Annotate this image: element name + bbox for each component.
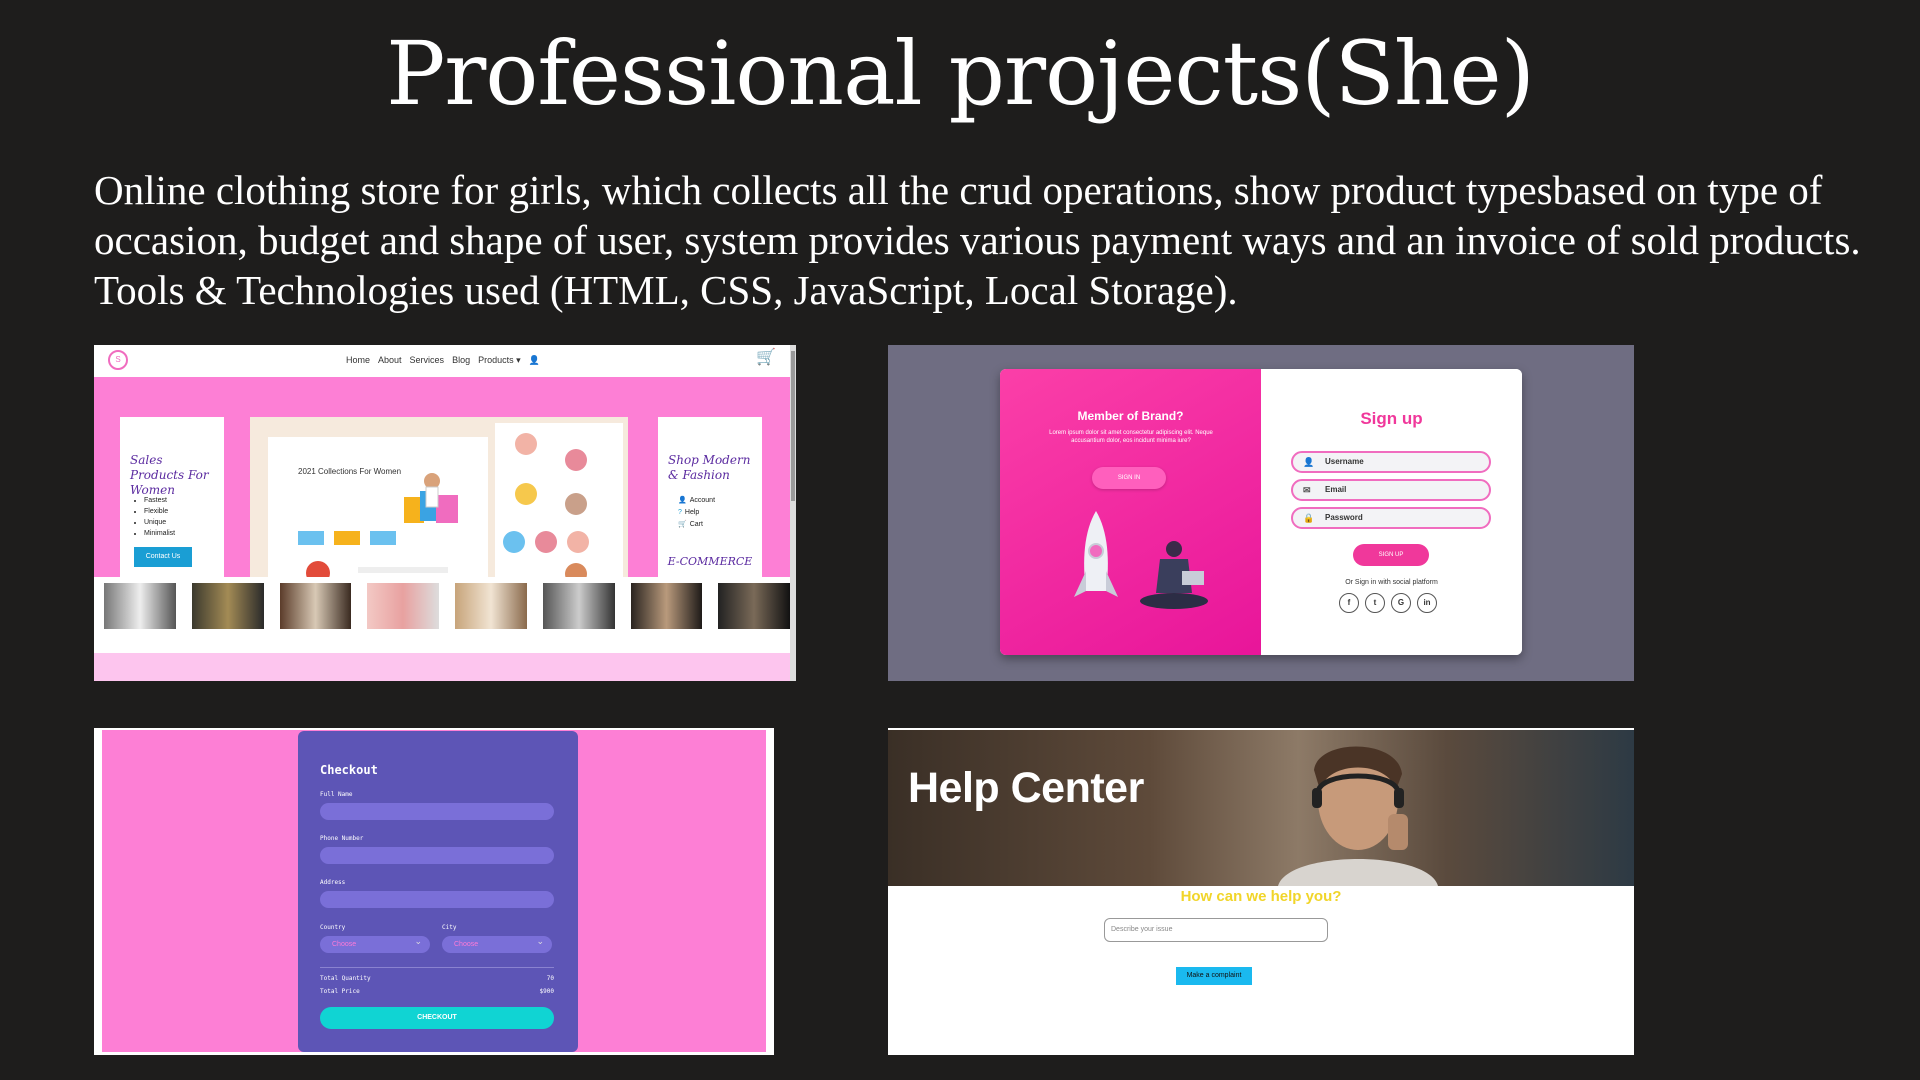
help-question: How can we help you?: [1180, 888, 1342, 905]
country-label: Country: [320, 924, 346, 931]
outfit-thumbnails: [94, 577, 790, 639]
sign-in-button[interactable]: SIGN IN: [1092, 467, 1166, 489]
rocket-illustration: [1074, 511, 1208, 609]
list-item: Unique: [144, 517, 175, 528]
list-item: Flexible: [144, 506, 175, 517]
checkout-card: Checkout Full Name Phone Number Address …: [298, 731, 578, 1052]
nav-services[interactable]: Services: [410, 355, 445, 366]
help-icon: ?: [678, 509, 682, 516]
social-signin-text: Or Sign in with social platform: [1345, 579, 1438, 586]
account-link[interactable]: 👤 Account: [678, 495, 715, 507]
scrollbar[interactable]: [790, 345, 796, 681]
help-link[interactable]: ? Help: [678, 507, 715, 519]
shop-card-links: 👤 Account ? Help 🛒 Cart: [678, 495, 715, 531]
make-complaint-button[interactable]: Make a complaint: [1176, 967, 1252, 985]
city-label: City: [442, 924, 457, 931]
outfit-thumbnail[interactable]: [455, 583, 527, 629]
help-hero-banner: Help Center: [888, 730, 1634, 886]
divider: [320, 967, 554, 968]
cart-link[interactable]: 🛒 Cart: [678, 519, 715, 531]
slide-title: Professional projects(She): [386, 22, 1535, 125]
password-field[interactable]: 🔒 Password: [1291, 507, 1491, 529]
help-center-screenshot: Help Center How can we help you? Describ…: [888, 728, 1634, 1055]
outfit-thumbnail[interactable]: [718, 583, 790, 629]
outfit-thumbnail[interactable]: [104, 583, 176, 629]
collage-heading: 2021 Collections For Women: [298, 467, 402, 476]
total-quantity-value: 70: [546, 975, 554, 982]
list-item: Minimalist: [144, 528, 175, 539]
sign-up-button[interactable]: SIGN UP: [1353, 544, 1429, 566]
store-footer: [94, 653, 790, 681]
city-select[interactable]: Choose: [442, 933, 552, 953]
user-icon[interactable]: 👤: [529, 355, 540, 366]
ecommerce-tagline: E-COMMERCE: [667, 555, 753, 568]
nav-about[interactable]: About: [378, 355, 402, 366]
total-quantity-label: Total Quantity: [320, 975, 371, 982]
collage-product-grid: [495, 423, 623, 601]
support-agent-photo: [1278, 746, 1438, 886]
issue-input[interactable]: Describe your issue: [1104, 918, 1328, 942]
help-center-title: Help Center: [908, 764, 1144, 812]
collage-page-preview: 2021 Collections For Women: [268, 437, 488, 597]
linkedin-icon[interactable]: in: [1417, 593, 1437, 613]
promo-text: Lorem ipsum dolor sit amet consectetur a…: [1049, 430, 1213, 444]
total-price-row: Total Price $900: [320, 988, 554, 995]
slide-description: Online clothing store for girls, which c…: [94, 167, 1861, 313]
address-input[interactable]: [320, 891, 554, 908]
store-homepage-screenshot: S Home About Services Blog Products ▾ 👤 …: [94, 345, 796, 681]
contact-us-button[interactable]: Contact Us: [134, 547, 192, 567]
twitter-icon[interactable]: t: [1365, 593, 1385, 613]
checkout-button[interactable]: CHECKOUT: [320, 1007, 554, 1029]
feature-list: Fastest Flexible Unique Minimalist: [134, 495, 175, 539]
phone-input[interactable]: [320, 847, 554, 864]
social-buttons: f t G in: [1339, 593, 1437, 613]
total-price-label: Total Price: [320, 988, 360, 995]
outfit-thumbnail[interactable]: [191, 583, 264, 629]
store-navbar: S Home About Services Blog Products ▾ 👤 …: [94, 345, 796, 377]
full-name-input[interactable]: [320, 803, 554, 820]
outfit-thumbnail[interactable]: [367, 583, 439, 629]
facebook-icon[interactable]: f: [1339, 593, 1359, 613]
phone-label: Phone Number: [320, 835, 364, 842]
email-field[interactable]: ✉ Email: [1291, 479, 1491, 501]
google-icon[interactable]: G: [1391, 593, 1411, 613]
signup-screenshot: Member of Brand? Lorem ipsum dolor sit a…: [888, 345, 1634, 681]
country-select[interactable]: Choose: [320, 933, 430, 953]
signup-promo-panel: Member of Brand? Lorem ipsum dolor sit a…: [1000, 369, 1261, 655]
outfit-thumbnail[interactable]: [630, 583, 703, 629]
scrollbar-thumb[interactable]: [791, 351, 795, 501]
cart-icon: 🛒: [678, 521, 687, 528]
nav-blog[interactable]: Blog: [452, 355, 470, 366]
store-nav-links: Home About Services Blog Products ▾ 👤: [346, 355, 540, 366]
user-icon: 👤: [1303, 457, 1315, 467]
signup-title: Sign up: [1360, 409, 1423, 428]
outfit-thumbnail[interactable]: [279, 583, 352, 629]
list-item: Fastest: [144, 495, 175, 506]
address-label: Address: [320, 879, 346, 886]
lock-icon: 🔒: [1303, 513, 1315, 523]
checkout-screenshot: Checkout Full Name Phone Number Address …: [94, 728, 774, 1055]
shop-card-title: Shop Modern & Fashion: [668, 453, 751, 482]
nav-products[interactable]: Products ▾: [478, 355, 521, 366]
store-logo[interactable]: S: [108, 350, 128, 370]
sales-card-title: Sales Products For Women: [130, 453, 209, 497]
nav-home[interactable]: Home: [346, 355, 370, 366]
signup-form-panel: Sign up 👤 Username ✉ Email 🔒 Password SIGN …: [1261, 369, 1522, 655]
outfit-thumbnail[interactable]: [542, 583, 615, 629]
cart-icon[interactable]: 🛒: [756, 350, 776, 366]
hero-section: Sales Products For Women Fastest Flexibl…: [94, 377, 790, 605]
promo-heading: Member of Brand?: [1077, 409, 1184, 423]
account-icon: 👤: [678, 497, 687, 504]
mail-icon: ✉: [1303, 485, 1311, 495]
total-price-value: $900: [539, 988, 554, 995]
full-name-label: Full Name: [320, 791, 353, 798]
username-field[interactable]: 👤 Username: [1291, 451, 1491, 473]
total-quantity-row: Total Quantity 70: [320, 975, 554, 982]
checkout-title: Checkout: [320, 763, 378, 777]
signup-card: Member of Brand? Lorem ipsum dolor sit a…: [1000, 369, 1522, 655]
